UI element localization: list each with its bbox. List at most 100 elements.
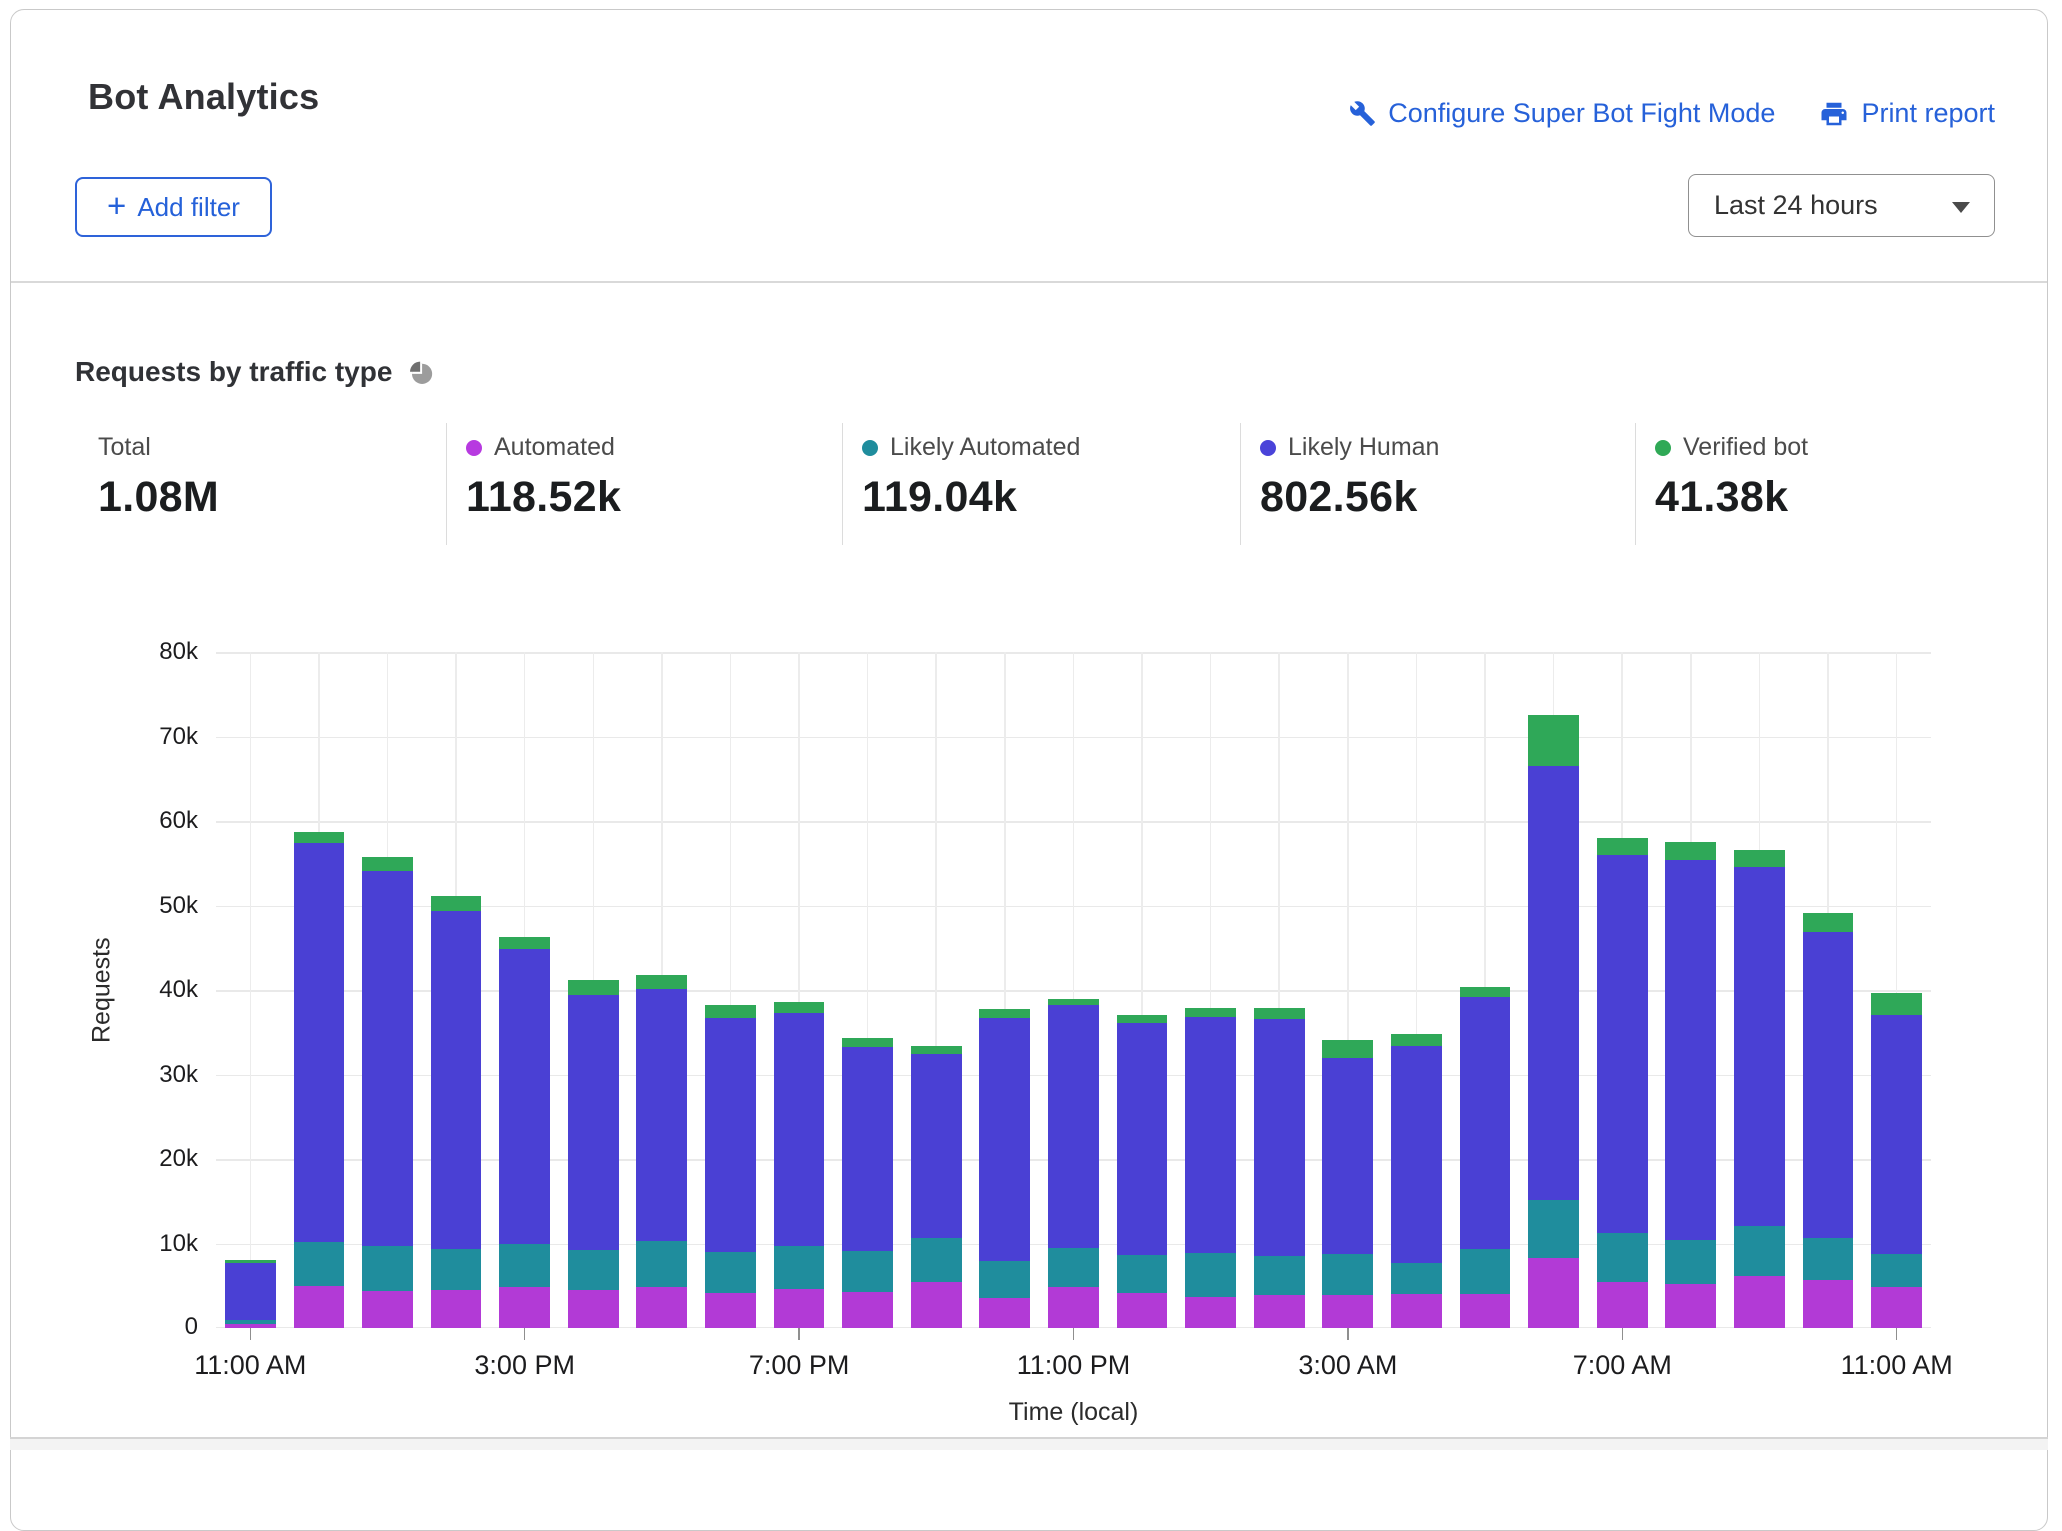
bar-segment-automated	[636, 1286, 688, 1328]
bar-segment-likely-human	[705, 1017, 756, 1252]
bar-segment-verified-bot	[567, 979, 619, 996]
bar-slot	[902, 652, 971, 1328]
bar-segment-likely-human	[1116, 1022, 1168, 1255]
chart-bar[interactable]	[1116, 1014, 1168, 1328]
bar-segment-verified-bot	[293, 832, 345, 843]
bar-segment-automated	[1048, 1287, 1099, 1328]
chart-bar[interactable]	[1871, 993, 1922, 1328]
bar-segment-verified-bot	[1048, 998, 1099, 1006]
stat-automated[interactable]: Automated 118.52k	[446, 423, 842, 545]
verified-bot-legend-dot	[1655, 439, 1671, 456]
chart-bar[interactable]	[362, 856, 413, 1328]
bar-segment-likely-human	[910, 1054, 962, 1239]
bar-segment-likely-automated	[1322, 1253, 1374, 1296]
x-tick-label: 11:00 AM	[1840, 1350, 1953, 1380]
plot-area: Requests Time (local) 0 10k 20k 30k 40k 50k 60…	[88, 638, 1953, 1426]
bar-slot	[628, 652, 697, 1328]
bar-segment-likely-human	[1802, 931, 1854, 1238]
chart-bar[interactable]	[1459, 986, 1511, 1328]
bar-segment-automated	[1322, 1295, 1374, 1328]
chart-bar[interactable]	[636, 974, 688, 1328]
print-report-link[interactable]: Print report	[1819, 98, 1995, 129]
time-range-dropdown[interactable]: Last 24 hours	[1688, 174, 1995, 237]
chart-bar[interactable]	[1665, 842, 1717, 1328]
chart-bar[interactable]	[1802, 913, 1854, 1328]
chart-bar[interactable]	[430, 896, 482, 1328]
bar-segment-verified-bot	[1391, 1033, 1442, 1046]
bar-slot	[971, 652, 1040, 1328]
bar-slot	[1039, 652, 1108, 1328]
bar-segment-verified-bot	[1116, 1014, 1168, 1023]
bar-segment-automated	[1733, 1275, 1785, 1328]
bar-slot	[696, 652, 765, 1328]
bar-slot	[285, 652, 354, 1328]
stat-verified-bot[interactable]: Verified bot 41.38k	[1635, 423, 2032, 545]
chart-bar[interactable]	[979, 1008, 1031, 1328]
add-filter-button[interactable]: + Add filter	[75, 177, 272, 237]
bar-segment-likely-human	[1665, 859, 1717, 1241]
bar-segment-likely-human	[293, 842, 345, 1242]
bar-segment-likely-human	[430, 911, 482, 1249]
bar-segment-automated	[499, 1287, 551, 1328]
bar-segment-verified-bot	[1459, 986, 1511, 997]
bar-segment-likely-human	[842, 1046, 894, 1252]
bar-segment-likely-automated	[567, 1250, 619, 1290]
chart-bar[interactable]	[1322, 1039, 1374, 1328]
bar-slot	[1794, 652, 1863, 1328]
bar-segment-likely-automated	[362, 1246, 413, 1291]
bar-segment-verified-bot	[430, 896, 482, 912]
bar-segment-likely-automated	[1733, 1225, 1785, 1276]
stat-likely-human[interactable]: Likely Human 802.56k	[1240, 423, 1635, 545]
bar-segment-likely-automated	[1802, 1237, 1854, 1280]
chart-bar[interactable]	[1528, 715, 1579, 1328]
chart-bar[interactable]	[1391, 1033, 1442, 1328]
bar-segment-automated	[362, 1290, 413, 1328]
chart-bar[interactable]	[1185, 1007, 1236, 1328]
chart-bar[interactable]	[567, 979, 619, 1328]
likely-human-legend-dot	[1260, 439, 1276, 456]
bar-segment-likely-automated	[636, 1240, 688, 1287]
bar-slot	[1656, 652, 1725, 1328]
bar-slot	[1588, 652, 1657, 1328]
stat-likely-automated[interactable]: Likely Automated 119.04k	[842, 423, 1240, 545]
chart-bar[interactable]	[910, 1045, 962, 1328]
x-tick-mark	[249, 1328, 252, 1340]
chart-bar[interactable]	[773, 1001, 825, 1328]
bar-segment-verified-bot	[1802, 913, 1854, 932]
configure-super-bot-fight-mode-link[interactable]: Configure Super Bot Fight Mode	[1349, 98, 1775, 129]
bar-slot	[1108, 652, 1177, 1328]
bar-segment-automated	[293, 1285, 345, 1328]
chart-bar[interactable]	[1596, 837, 1648, 1328]
next-section-edge	[10, 1438, 2048, 1450]
bar-segment-likely-automated	[1596, 1232, 1648, 1283]
stat-automated-value: 118.52k	[466, 473, 622, 521]
bar-slot	[765, 652, 834, 1328]
page-title: Bot Analytics	[88, 76, 320, 117]
chart-bar[interactable]	[293, 832, 345, 1328]
bar-segment-likely-automated	[1459, 1249, 1511, 1295]
bar-segment-likely-automated	[430, 1248, 482, 1290]
chart-bar[interactable]	[1733, 849, 1785, 1328]
chart-bar[interactable]	[842, 1038, 894, 1328]
bar-slot	[1862, 652, 1931, 1328]
chart-bar[interactable]	[1048, 998, 1099, 1328]
bar-segment-verified-bot	[773, 1001, 825, 1013]
bar-slot	[422, 652, 491, 1328]
chart-bar[interactable]	[705, 1005, 756, 1328]
y-tick-label: 70k	[159, 722, 198, 750]
stat-verified-bot-label: Verified bot	[1683, 433, 1809, 461]
bar-slot	[1451, 652, 1520, 1328]
chart-bar[interactable]	[1253, 1007, 1305, 1328]
chart-bar[interactable]	[224, 1260, 276, 1328]
chart-bar[interactable]	[499, 936, 551, 1328]
bar-segment-likely-human	[224, 1262, 276, 1320]
bar-slot	[833, 652, 902, 1328]
bar-slot	[1245, 652, 1314, 1328]
bar-segment-likely-automated	[1871, 1253, 1922, 1288]
y-tick-label: 30k	[159, 1060, 198, 1088]
bar-segment-automated	[1391, 1294, 1442, 1328]
bar-segment-automated	[1871, 1287, 1922, 1328]
bar-segment-verified-bot	[1871, 993, 1922, 1016]
x-axis-title: Time (local)	[1008, 1398, 1139, 1426]
bar-segment-verified-bot	[979, 1008, 1031, 1018]
